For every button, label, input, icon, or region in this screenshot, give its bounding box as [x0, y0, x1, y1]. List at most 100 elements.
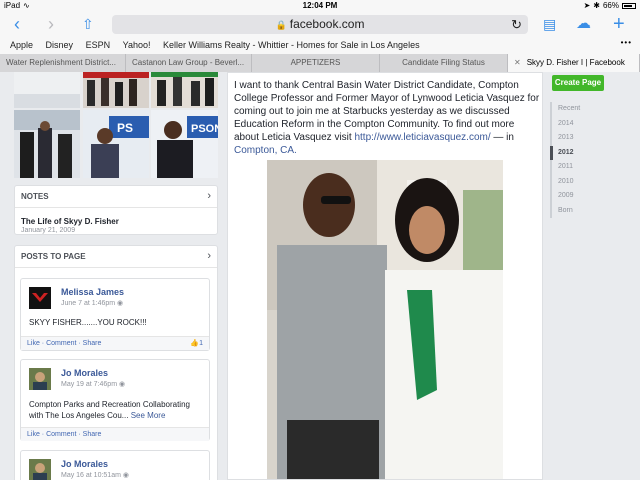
battery-icon	[622, 2, 636, 9]
notes-header: NOTES	[15, 186, 217, 208]
like-link[interactable]: Like	[27, 340, 40, 347]
tab-water-replenishment[interactable]: Water Replenishment District...	[0, 54, 126, 72]
bookmark-yahoo[interactable]: Yahoo!	[123, 36, 151, 54]
photo-thumbnail[interactable]	[14, 72, 80, 108]
likes-count-value: 1	[199, 340, 203, 347]
tab-label: APPETIZERS	[290, 58, 341, 67]
posts-to-page-header: POSTS TO PAGE	[15, 246, 217, 268]
photo-image	[83, 72, 149, 108]
cloud-tabs-icon[interactable]: ☁	[576, 14, 591, 34]
photo-thumbnail[interactable]	[83, 72, 149, 108]
chevron-right-icon[interactable]: ›	[207, 190, 211, 202]
bookmarks-bar: Apple Disney ESPN Yahoo! Keller Williams…	[0, 36, 640, 54]
photo-grid: PS PSON	[14, 72, 218, 178]
avatar[interactable]	[29, 287, 51, 309]
avatar[interactable]	[29, 368, 51, 390]
new-tab-icon[interactable]: +	[613, 14, 625, 34]
timestamp-text: June 7 at 1:46pm	[61, 300, 116, 307]
photo-thumbnail[interactable]: PS	[83, 110, 149, 178]
bookmark-espn[interactable]: ESPN	[86, 36, 111, 54]
tab-appetizers[interactable]: APPETIZERS	[252, 54, 380, 72]
post-author[interactable]: Jo Morales	[61, 368, 108, 378]
url-text: facebook.com	[289, 17, 365, 31]
screen: iPad ∿ 12:04 PM ➤ ✱ 66% ‹ › ⇧ 🔒 facebook.c…	[0, 0, 640, 480]
share-icon[interactable]: ⇧	[82, 14, 94, 34]
status-time: 12:04 PM	[302, 1, 338, 10]
photo-thumbnail[interactable]: PSON	[151, 110, 218, 178]
address-bar[interactable]: 🔒 facebook.com ↻	[112, 15, 528, 34]
post-actions: Like · Comment · Share 👍1	[21, 336, 209, 350]
timeline-years: Recent 2014 2013 2012 2011 2010 2009 Bor…	[550, 102, 580, 218]
avatar-image	[29, 459, 51, 480]
comment-link[interactable]: Comment	[46, 340, 76, 347]
year-recent[interactable]: Recent	[552, 102, 580, 117]
post-text: Compton Parks and Recreation Collaborati…	[29, 399, 190, 421]
battery-percent: 66%	[602, 1, 619, 10]
browser-toolbar: ‹ › ⇧ 🔒 facebook.com ↻ ▤ ☁ +	[0, 12, 640, 36]
forward-icon[interactable]: ›	[48, 14, 54, 34]
comment-link[interactable]: Comment	[46, 431, 76, 438]
location-icon: ➤	[583, 1, 591, 10]
bookmark-apple[interactable]: Apple	[10, 36, 33, 54]
note-date: January 21, 2009	[21, 227, 76, 234]
tab-skyy-fisher-facebook[interactable]: ✕ Skyy D. Fisher I | Facebook	[508, 54, 640, 72]
avatar[interactable]	[29, 459, 51, 480]
tab-label: Water Replenishment District...	[6, 58, 116, 67]
more-icon[interactable]: •••	[621, 38, 632, 47]
tab-candidate-filing[interactable]: Candidate Filing Status	[380, 54, 508, 72]
page-content: PS PSON NOTES › The Life of Skyy D. Fish…	[0, 72, 640, 480]
post-body-suffix: — in	[490, 132, 514, 143]
photo-thumbnail[interactable]	[14, 110, 80, 178]
avatar-image	[29, 287, 51, 309]
post-timestamp: June 7 at 1:46pm ◉	[61, 299, 123, 307]
globe-icon: ◉	[117, 300, 124, 307]
bookmark-disney[interactable]: Disney	[46, 36, 74, 54]
reload-icon[interactable]: ↻	[511, 15, 522, 34]
svg-text:PSON: PSON	[191, 123, 218, 135]
photo-image: PSON	[151, 110, 218, 178]
year-born[interactable]: Born	[552, 204, 580, 219]
see-more-link[interactable]: See More	[131, 411, 166, 420]
tab-label: Castanon Law Group - Beverl...	[132, 58, 245, 67]
create-page-button[interactable]: Create Page	[552, 75, 604, 91]
status-bar: iPad ∿ 12:04 PM ➤ ✱ 66%	[0, 0, 640, 12]
tab-label: Candidate Filing Status	[402, 58, 485, 67]
post-item: Jo Morales May 19 at 7:46pm ◉ Compton Pa…	[20, 359, 210, 441]
year-2011[interactable]: 2011	[552, 160, 580, 175]
photo-thumbnail[interactable]	[151, 72, 218, 108]
avatar-image	[29, 368, 51, 390]
likes-count[interactable]: 👍1	[190, 337, 203, 351]
bookmarks-icon[interactable]: ▤	[543, 14, 556, 34]
timestamp-text: May 16 at 10:51am	[61, 472, 121, 479]
post-actions: Like · Comment · Share	[21, 427, 209, 441]
post-photo[interactable]	[267, 160, 503, 479]
tab-castanon-law[interactable]: Castanon Law Group - Beverl...	[126, 54, 252, 72]
lock-icon: 🔒	[275, 20, 287, 30]
year-2014[interactable]: 2014	[552, 117, 580, 132]
like-link[interactable]: Like	[27, 431, 40, 438]
location-link[interactable]: Compton, CA.	[234, 145, 297, 156]
photo-image: PS	[83, 110, 149, 178]
year-2010[interactable]: 2010	[552, 175, 580, 190]
back-icon[interactable]: ‹	[14, 14, 20, 34]
close-icon[interactable]: ✕	[514, 58, 521, 67]
chevron-right-icon[interactable]: ›	[207, 250, 211, 262]
post-text: SKYY FISHER.......YOU ROCK!!!	[29, 318, 147, 327]
note-title[interactable]: The Life of Skyy D. Fisher	[21, 217, 119, 226]
main-post: I want to thank Central Basin Water Dist…	[227, 72, 543, 480]
year-2013[interactable]: 2013	[552, 131, 580, 146]
notes-card: NOTES › The Life of Skyy D. Fisher Janua…	[14, 185, 218, 235]
bluetooth-icon: ✱	[593, 1, 600, 10]
share-link[interactable]: Share	[83, 431, 102, 438]
globe-icon: ◉	[118, 381, 126, 388]
year-2012[interactable]: 2012	[550, 145, 580, 160]
post-photo-image	[267, 160, 503, 479]
website-link[interactable]: http://www.leticiavasquez.com/	[354, 132, 490, 143]
post-author[interactable]: Melissa James	[61, 287, 124, 297]
post-item: Melissa James June 7 at 1:46pm ◉ SKYY FI…	[20, 278, 210, 351]
bookmark-keller-williams[interactable]: Keller Williams Realty - Whittier - Home…	[163, 36, 420, 54]
post-body: I want to thank Central Basin Water Dist…	[234, 79, 540, 157]
share-link[interactable]: Share	[83, 340, 102, 347]
year-2009[interactable]: 2009	[552, 189, 580, 204]
post-author[interactable]: Jo Morales	[61, 459, 108, 469]
